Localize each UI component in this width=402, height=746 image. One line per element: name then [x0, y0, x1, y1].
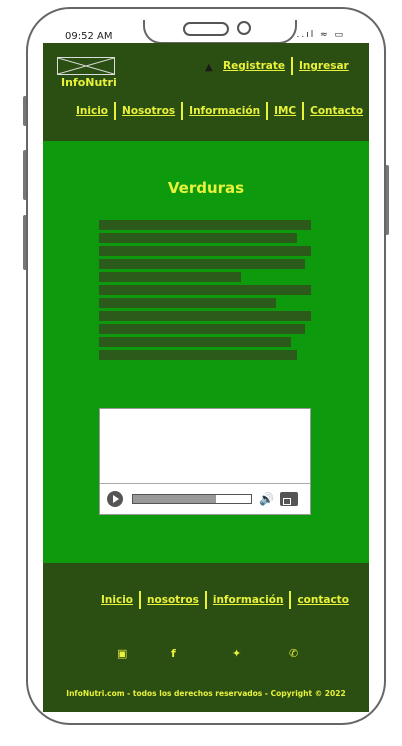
text-line	[99, 298, 276, 308]
divider	[302, 102, 305, 120]
video-controls: 🔊	[100, 483, 310, 514]
play-icon[interactable]	[107, 491, 123, 507]
twitter-icon[interactable]: ✦	[232, 647, 241, 660]
footer-nav-inicio[interactable]: Inicio	[101, 594, 133, 606]
text-line	[99, 246, 311, 256]
nav-imc[interactable]: IMC	[274, 105, 296, 117]
fullscreen-icon[interactable]	[279, 492, 298, 506]
nav-informacion[interactable]: Información	[189, 105, 260, 117]
main-content: Verduras 🔊	[43, 141, 369, 563]
site-header: InfoNutri ▲ Registrate Ingresar Inicio N…	[43, 43, 369, 141]
phone-icon[interactable]: ✆	[289, 647, 298, 660]
nav-nosotros[interactable]: Nosotros	[122, 105, 175, 117]
camera	[237, 21, 251, 35]
text-line	[99, 285, 311, 295]
user-icon: ▲	[205, 62, 213, 73]
progress-fill	[133, 495, 216, 503]
status-time: 09:52 AM	[65, 31, 113, 42]
text-line	[99, 350, 297, 360]
logo-placeholder[interactable]	[57, 57, 115, 75]
site-footer: Inicio nosotros información contacto ▣ f…	[43, 563, 369, 712]
divider	[139, 591, 142, 609]
speaker	[183, 22, 229, 36]
text-line	[99, 233, 297, 243]
login-link[interactable]: Ingresar	[299, 60, 349, 72]
text-line	[99, 220, 311, 230]
status-icons: ..ıl ≈ ▭	[296, 30, 345, 40]
text-line	[99, 337, 291, 347]
divider	[291, 57, 293, 75]
facebook-icon[interactable]: f	[171, 647, 176, 660]
text-line	[99, 272, 241, 282]
footer-nav-nosotros[interactable]: nosotros	[147, 594, 199, 606]
copyright-text: InfoNutri.com - todos los derechos reser…	[66, 689, 346, 698]
status-bar: 09:52 AM ..ıl ≈ ▭	[43, 20, 369, 44]
divider	[266, 102, 269, 120]
nav-contacto[interactable]: Contacto	[310, 105, 363, 117]
logo-image-icon	[58, 58, 114, 74]
footer-nav: Inicio nosotros información contacto	[101, 591, 349, 609]
page-title: Verduras	[167, 179, 245, 197]
video-progress-bar[interactable]	[132, 494, 252, 504]
text-placeholder	[99, 220, 311, 363]
divider	[204, 591, 207, 609]
instagram-icon[interactable]: ▣	[117, 647, 127, 660]
footer-nav-contacto[interactable]: contacto	[297, 594, 348, 606]
divider	[289, 591, 292, 609]
volume-icon[interactable]: 🔊	[259, 492, 274, 506]
screen: InfoNutri ▲ Registrate Ingresar Inicio N…	[43, 43, 369, 712]
divider	[114, 102, 117, 120]
divider	[181, 102, 184, 120]
text-line	[99, 259, 305, 269]
footer-nav-informacion[interactable]: información	[213, 594, 284, 606]
text-line	[99, 311, 311, 321]
video-player[interactable]: 🔊	[99, 408, 311, 515]
register-link[interactable]: Registrate	[223, 60, 285, 72]
main-nav: Inicio Nosotros Información IMC Contacto	[76, 102, 363, 120]
brand-name: InfoNutri	[61, 76, 117, 89]
auth-links: Registrate Ingresar	[223, 57, 349, 75]
nav-inicio[interactable]: Inicio	[76, 105, 108, 117]
phone-notch	[143, 20, 297, 44]
text-line	[99, 324, 305, 334]
